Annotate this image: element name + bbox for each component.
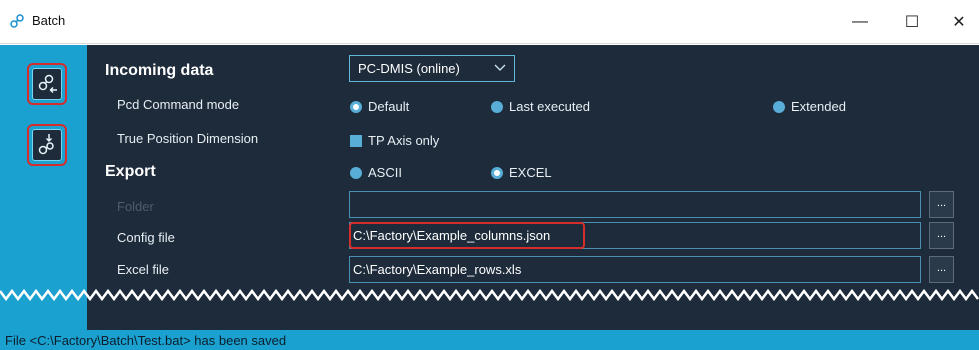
config-file-label: Config file bbox=[117, 230, 175, 245]
window-title: Batch bbox=[32, 13, 66, 28]
radio-unselected-icon bbox=[491, 100, 503, 113]
load-config-icon bbox=[32, 68, 62, 100]
main-panel: Incoming data PC-DMIS (online) Pcd Comma… bbox=[0, 45, 979, 330]
excel-file-field[interactable]: C:\Factory\Example_rows.xls bbox=[349, 256, 921, 283]
maximize-button[interactable]: ☐ bbox=[890, 6, 934, 38]
status-message: File <C:\Factory\Batch\Test.bat> has bee… bbox=[5, 333, 287, 348]
tp-axis-only-checkbox[interactable]: TP Axis only bbox=[350, 133, 439, 148]
pcd-option-default[interactable]: Default bbox=[350, 99, 409, 114]
batch-app-icon bbox=[8, 13, 26, 31]
pcd-option-extended[interactable]: Extended bbox=[773, 99, 846, 114]
config-file-field[interactable]: C:\Factory\Example_columns.json bbox=[349, 222, 585, 249]
pcd-option-label: Last executed bbox=[509, 99, 590, 114]
folder-label: Folder bbox=[117, 199, 154, 214]
pcd-command-mode-label: Pcd Command mode bbox=[117, 97, 240, 112]
radio-unselected-icon bbox=[350, 166, 362, 179]
excel-file-browse-button[interactable]: ... bbox=[929, 256, 954, 283]
export-option-label: EXCEL bbox=[509, 165, 552, 180]
torn-edge-divider bbox=[0, 288, 979, 302]
incoming-data-heading: Incoming data bbox=[105, 62, 214, 79]
radio-selected-icon bbox=[491, 166, 503, 179]
pcd-option-label: Default bbox=[368, 99, 410, 114]
folder-browse-button[interactable]: ... bbox=[929, 191, 954, 218]
config-file-browse-button[interactable]: ... bbox=[929, 222, 954, 249]
tp-axis-only-label: TP Axis only bbox=[368, 133, 440, 148]
pcd-option-label: Extended bbox=[791, 99, 846, 114]
status-bar: File <C:\Factory\Batch\Test.bat> has bee… bbox=[0, 330, 979, 350]
incoming-source-select[interactable]: PC-DMIS (online) bbox=[349, 55, 515, 82]
title-bar: Batch — ☐ ✕ bbox=[0, 0, 979, 44]
export-option-excel[interactable]: EXCEL bbox=[491, 165, 552, 180]
export-heading: Export bbox=[105, 163, 156, 180]
import-config-button[interactable] bbox=[27, 124, 67, 166]
checkbox-icon bbox=[350, 134, 362, 147]
chevron-down-icon bbox=[494, 61, 506, 76]
export-option-ascii[interactable]: ASCII bbox=[350, 165, 402, 180]
incoming-source-value: PC-DMIS (online) bbox=[358, 61, 460, 76]
excel-file-label: Excel file bbox=[117, 262, 170, 277]
close-button[interactable]: ✕ bbox=[937, 6, 979, 38]
radio-unselected-icon bbox=[773, 100, 785, 113]
minimize-button[interactable]: — bbox=[838, 6, 882, 38]
true-position-label: True Position Dimension bbox=[117, 131, 259, 146]
load-config-button[interactable] bbox=[27, 63, 67, 105]
export-option-label: ASCII bbox=[368, 165, 402, 180]
radio-selected-icon bbox=[350, 100, 362, 113]
import-config-icon bbox=[32, 129, 62, 161]
folder-field[interactable] bbox=[349, 191, 921, 218]
pcd-option-last-executed[interactable]: Last executed bbox=[491, 99, 590, 114]
